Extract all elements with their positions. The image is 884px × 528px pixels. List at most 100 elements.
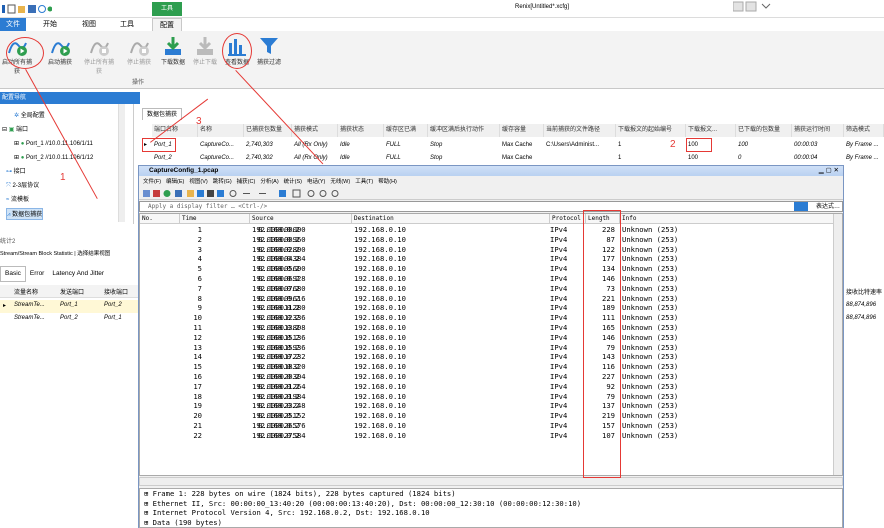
toolbar-icons[interactable] bbox=[139, 187, 439, 200]
packet-row[interactable]: 20 0.000025152 192.168.0.2 192.168.0.10 IPv4… bbox=[140, 411, 834, 421]
nav-item-port2[interactable]: ⊞ ● Port_2 //10.0.11.106/1/12 bbox=[14, 152, 93, 164]
download-data-button[interactable]: 下载数据 bbox=[158, 35, 188, 75]
table-row[interactable]: ▸ Port_1 CaptureCo... 2,740,303 All (Rx Only… bbox=[140, 139, 884, 151]
grid-header[interactable]: 缓冲区满后执行动作 bbox=[428, 124, 500, 137]
packet-column-header[interactable]: Info bbox=[620, 214, 834, 224]
grid-header[interactable]: 已下载的包数量 bbox=[736, 124, 792, 137]
packet-row[interactable]: 1 0.000000000 192.168.0.2 192.168.0.10 IPv4 2… bbox=[140, 225, 834, 235]
stop-all-capture-button[interactable]: 停止所有捕获 bbox=[84, 35, 114, 75]
window-controls[interactable] bbox=[732, 1, 773, 13]
packet-row[interactable]: 10 0.000012336 192.168.0.2 192.168.0.10 IPv4… bbox=[140, 313, 834, 323]
tab-config[interactable]: 配置 bbox=[152, 18, 182, 31]
grid-header[interactable]: 已捕获包数量 bbox=[244, 124, 292, 137]
capture-filter-button[interactable]: 捕获过滤 bbox=[254, 35, 284, 75]
packet-cell: 192.168.0.2 bbox=[252, 293, 300, 303]
nav-item-port1[interactable]: ⊞ ● Port_1 //10.0.11.106/1/11 bbox=[14, 138, 93, 150]
tab-tools[interactable]: 工具 bbox=[112, 18, 142, 31]
tab-packet-capture[interactable]: 数据包捕获 bbox=[142, 108, 183, 120]
display-filter-input[interactable]: Apply a display filter … <Ctrl-/> 表达式… bbox=[139, 201, 843, 212]
packet-column-header[interactable]: Time bbox=[180, 214, 250, 224]
packet-row[interactable]: 3 0.000002800 192.168.0.2 192.168.0.10 IPv4 1… bbox=[140, 245, 834, 255]
quick-access-toolbar[interactable] bbox=[2, 3, 53, 15]
detail-line[interactable]: ⊞ Data (190 bytes) bbox=[144, 518, 842, 528]
apply-filter-icon[interactable] bbox=[794, 202, 808, 211]
menu-item[interactable]: 统计(S) bbox=[284, 179, 302, 185]
packet-row[interactable]: 19 0.000023248 192.168.0.2 192.168.0.10 IPv4… bbox=[140, 401, 834, 411]
menu-item[interactable]: 分析(A) bbox=[260, 179, 278, 185]
start-capture-label: 启动捕获 bbox=[47, 60, 72, 66]
tab-latency[interactable]: Latency And Jitter bbox=[48, 267, 108, 281]
packet-column-header[interactable]: Protocol bbox=[550, 214, 586, 224]
menu-item[interactable]: 跳转(G) bbox=[213, 179, 232, 185]
packet-row[interactable]: 21 0.000026576 192.168.0.2 192.168.0.10 IPv4… bbox=[140, 421, 834, 431]
stream-name: StreamTe... bbox=[14, 302, 45, 308]
packet-row[interactable]: 11 0.000013808 192.168.0.2 192.168.0.10 IPv4… bbox=[140, 323, 834, 333]
packet-row[interactable]: 14 0.000017232 192.168.0.2 192.168.0.10 IPv4… bbox=[140, 352, 834, 362]
nav-item-protocol[interactable]: ⤧ 2-3层协议 bbox=[6, 180, 39, 192]
start-capture-button[interactable]: 启动捕获 bbox=[45, 35, 75, 75]
packet-list-scrollbar[interactable] bbox=[833, 214, 842, 475]
grid-header[interactable]: 缓存区已满 bbox=[384, 124, 428, 137]
packet-row[interactable]: 7 0.000007680 192.168.0.2 192.168.0.10 IPv4 7… bbox=[140, 284, 834, 294]
table-row[interactable]: Port_2 CaptureCo... 2,740,302 All (Rx Only)… bbox=[140, 152, 884, 164]
stats-view-tabs[interactable]: Stream/Stream Block Statistic | 选择结果视图 bbox=[0, 249, 110, 257]
grid-header[interactable]: 下载报文... bbox=[686, 124, 736, 137]
packet-row[interactable]: 5 0.000005600 192.168.0.2 192.168.0.10 IPv4 1… bbox=[140, 264, 834, 274]
table-row[interactable]: StreamTe... Port_2 Port_1 bbox=[0, 313, 140, 326]
packet-column-header[interactable]: Source bbox=[250, 214, 352, 224]
grid-header[interactable]: 当前捕获的文件路径 bbox=[544, 124, 616, 137]
menu-item[interactable]: 工具(T) bbox=[355, 179, 373, 185]
tab-basic[interactable]: Basic bbox=[0, 266, 26, 282]
tab-stream-statistic[interactable]: Stream/Stream Block Statistic bbox=[0, 251, 73, 257]
nav-item-ports[interactable]: ⊟ ▣ 端口 bbox=[2, 124, 28, 136]
packet-column-header[interactable]: No. bbox=[140, 214, 180, 224]
packet-row[interactable]: 9 0.000011280 192.168.0.2 192.168.0.10 IPv4 1… bbox=[140, 303, 834, 313]
tab-start[interactable]: 开始 bbox=[36, 18, 64, 31]
tab-error[interactable]: Error bbox=[26, 267, 48, 281]
detail-line[interactable]: ⊞ Ethernet II, Src: 00:00:00_13:40:20 (0… bbox=[144, 499, 842, 509]
expression-button[interactable]: 表达式… bbox=[816, 202, 840, 212]
menu-item[interactable]: 电话(Y) bbox=[307, 179, 325, 185]
nav-item-global[interactable]: ✲ 全局配置 bbox=[14, 110, 45, 122]
packet-row[interactable]: 13 0.000015936 192.168.0.2 192.168.0.10 IPv4… bbox=[140, 343, 834, 353]
table-row[interactable]: ▸ StreamTe... Port_1 Port_2 bbox=[0, 300, 140, 313]
grid-header[interactable]: 捕获状态 bbox=[338, 124, 384, 137]
packet-column-header[interactable]: Destination bbox=[352, 214, 550, 224]
packet-row[interactable]: 2 0.000000960 192.168.0.2 192.168.0.10 IPv4 8… bbox=[140, 235, 834, 245]
packet-row[interactable]: 8 0.000009616 192.168.0.2 192.168.0.10 IPv4 2… bbox=[140, 294, 834, 304]
tab-select-view[interactable]: 选择结果视图 bbox=[77, 251, 110, 257]
grid-header[interactable]: 缓存容量 bbox=[500, 124, 544, 137]
menu-item[interactable]: 编辑(E) bbox=[166, 179, 184, 185]
packet-row[interactable]: 18 0.000021984 192.168.0.2 192.168.0.10 IPv4… bbox=[140, 392, 834, 402]
packet-row[interactable]: 16 0.000020304 192.168.0.2 192.168.0.10 IPv4… bbox=[140, 372, 834, 382]
menu-item[interactable]: 视图(V) bbox=[189, 179, 207, 185]
grid-header[interactable]: 筛选模式 bbox=[844, 124, 884, 137]
horizontal-scrollbar[interactable] bbox=[139, 477, 843, 486]
menu-item[interactable]: 捕获(C) bbox=[237, 179, 256, 185]
detail-line[interactable]: ⊞ Internet Protocol Version 4, Src: 192.… bbox=[144, 508, 842, 518]
tab-file[interactable]: 文件 bbox=[0, 18, 26, 31]
window-controls[interactable]: ▁ ▢ ✕ bbox=[819, 166, 839, 176]
packet-cell: IPv4 bbox=[550, 430, 568, 440]
nav-item-packet-capture[interactable]: ⩘ 数据包捕获 bbox=[6, 208, 44, 220]
grid-header[interactable]: 下载报文的起始编号 bbox=[616, 124, 686, 137]
nav-item-stream-template[interactable]: ≈ 流模板 bbox=[6, 194, 29, 206]
stop-download-button[interactable]: 停止下载 bbox=[190, 35, 220, 75]
grid-header[interactable]: 捕获运行时间 bbox=[792, 124, 844, 137]
grid-header[interactable]: 名称 bbox=[198, 124, 244, 137]
menu-item[interactable]: 无线(W) bbox=[330, 179, 350, 185]
nav-scrollbar[interactable] bbox=[118, 104, 125, 222]
packet-row[interactable]: 12 0.000015136 192.168.0.2 192.168.0.10 IPv4… bbox=[140, 333, 834, 343]
menu-item[interactable]: 帮助(H) bbox=[378, 179, 397, 185]
packet-row[interactable]: 22 0.000027584 192.168.0.2 192.168.0.10 IPv4… bbox=[140, 431, 834, 441]
packet-row[interactable]: 6 0.000006928 192.168.0.2 192.168.0.10 IPv4 1… bbox=[140, 274, 834, 284]
packet-row[interactable]: 17 0.000021264 192.168.0.2 192.168.0.10 IPv4… bbox=[140, 382, 834, 392]
stop-capture-button[interactable]: 停止捕获 bbox=[124, 35, 154, 75]
detail-line[interactable]: ⊞ Frame 1: 228 bytes on wire (1824 bits)… bbox=[144, 489, 842, 499]
grid-header[interactable]: 捕获模式 bbox=[292, 124, 338, 137]
packet-row[interactable]: 4 0.000004384 192.168.0.2 192.168.0.10 IPv4 1… bbox=[140, 254, 834, 264]
packet-row[interactable]: 15 0.000018320 192.168.0.2 192.168.0.10 IPv4… bbox=[140, 362, 834, 372]
nav-item-interface[interactable]: ⊶ 接口 bbox=[6, 166, 26, 178]
menu-item[interactable]: 文件(F) bbox=[143, 179, 161, 185]
tab-view[interactable]: 视图 bbox=[74, 18, 104, 31]
